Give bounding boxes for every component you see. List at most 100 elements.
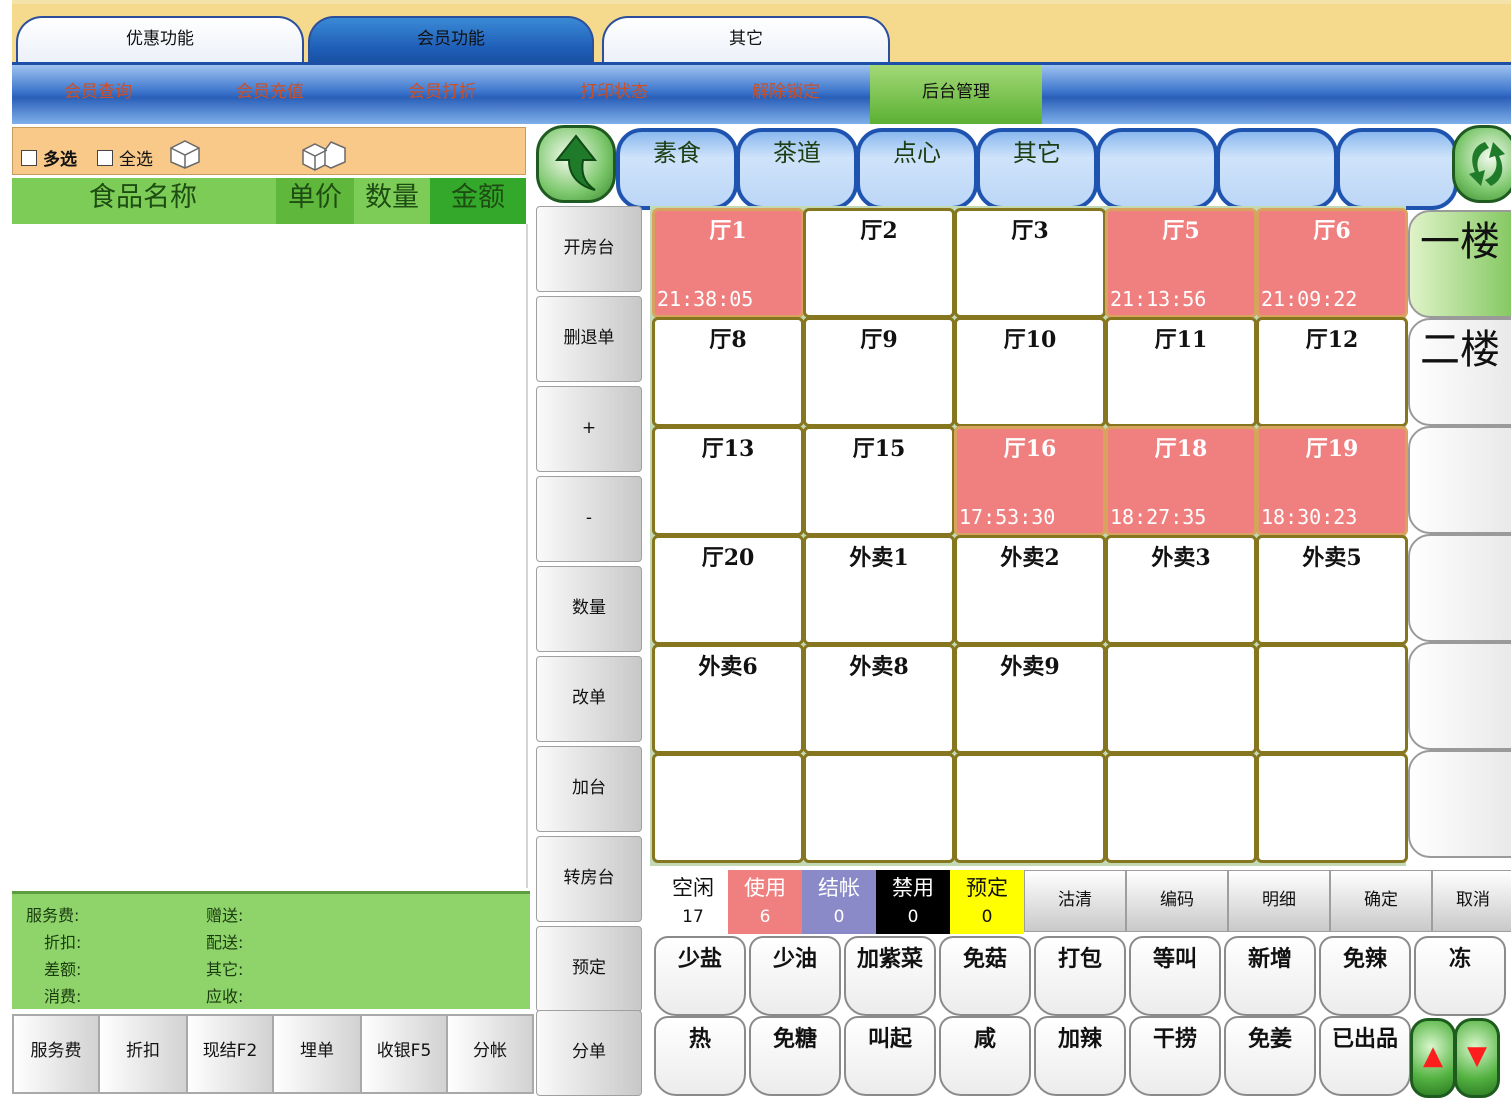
table-cell[interactable]: 外卖8: [803, 644, 955, 754]
table-cell[interactable]: 外卖2: [954, 535, 1106, 645]
split-order-button[interactable]: 分单: [536, 1010, 642, 1096]
remark-button[interactable]: 打包: [1034, 936, 1126, 1016]
remark-button[interactable]: 冻: [1414, 936, 1506, 1016]
nav-print-status[interactable]: 打印状态: [528, 65, 700, 124]
remark-button[interactable]: 加辣: [1034, 1016, 1126, 1096]
scroll-down-button[interactable]: ▼: [1454, 1018, 1500, 1098]
add-table-button[interactable]: 加台: [536, 746, 642, 832]
cash-settle-button[interactable]: 现结F2: [186, 1014, 274, 1094]
table-cell[interactable]: 外卖1: [803, 535, 955, 645]
order-item-list[interactable]: [12, 224, 528, 888]
table-cell[interactable]: 厅18 18:27:35: [1105, 426, 1257, 536]
table-cell[interactable]: 外卖9: [954, 644, 1106, 754]
table-cell[interactable]: 厅11: [1105, 317, 1257, 427]
category-dim-sum[interactable]: 点心: [856, 128, 978, 210]
table-cell[interactable]: 厅20: [652, 535, 804, 645]
open-table-button[interactable]: 开房台: [536, 206, 642, 292]
table-cell[interactable]: [954, 753, 1106, 863]
modify-order-button[interactable]: 改单: [536, 656, 642, 742]
remark-button[interactable]: 已出品: [1319, 1016, 1411, 1096]
table-cell[interactable]: 厅1 21:38:05: [652, 208, 804, 318]
table-cell[interactable]: [803, 753, 955, 863]
table-cell[interactable]: [1256, 753, 1408, 863]
remark-button[interactable]: 加紫菜: [844, 936, 936, 1016]
reserve-button[interactable]: 预定: [536, 926, 642, 1012]
table-cell[interactable]: 厅12: [1256, 317, 1408, 427]
table-cell[interactable]: 厅15: [803, 426, 955, 536]
nav-member-recharge[interactable]: 会员充值: [184, 65, 356, 124]
nav-member-discount[interactable]: 会员打折: [356, 65, 528, 124]
tab-member[interactable]: 会员功能: [308, 16, 594, 68]
increase-button[interactable]: +: [536, 386, 642, 472]
remark-button[interactable]: 免糖: [749, 1016, 841, 1096]
detail-button[interactable]: 明细: [1228, 870, 1330, 932]
table-cell[interactable]: 厅10: [954, 317, 1106, 427]
floor-1-tab[interactable]: 一楼: [1408, 210, 1511, 318]
delete-return-button[interactable]: 删退单: [536, 296, 642, 382]
quantity-button[interactable]: 数量: [536, 566, 642, 652]
table-cell[interactable]: 厅3: [954, 208, 1106, 318]
floor-tab-empty-4[interactable]: [1408, 750, 1511, 858]
table-cell[interactable]: 厅2: [803, 208, 955, 318]
table-cell[interactable]: 厅6 21:09:22: [1256, 208, 1408, 318]
table-cell[interactable]: 厅8: [652, 317, 804, 427]
back-button[interactable]: [536, 125, 616, 203]
nav-unlock[interactable]: 解除锁定: [700, 65, 872, 124]
table-cell[interactable]: 外卖3: [1105, 535, 1257, 645]
table-cell[interactable]: [1105, 753, 1257, 863]
table-cell[interactable]: 厅16 17:53:30: [954, 426, 1106, 536]
table-cell[interactable]: 厅19 18:30:23: [1256, 426, 1408, 536]
table-cell[interactable]: 厅13: [652, 426, 804, 536]
table-cell[interactable]: [652, 753, 804, 863]
table-cell[interactable]: [1105, 644, 1257, 754]
scroll-up-button[interactable]: ▲: [1410, 1018, 1456, 1098]
floor-2-tab[interactable]: 二楼: [1408, 318, 1511, 426]
remark-button[interactable]: 热: [654, 1016, 746, 1096]
select-all-checkbox[interactable]: [97, 150, 113, 166]
table-cell[interactable]: 外卖5: [1256, 535, 1408, 645]
remark-button[interactable]: 免姜: [1224, 1016, 1316, 1096]
tab-other[interactable]: 其它: [602, 16, 890, 68]
decrease-button[interactable]: -: [536, 476, 642, 562]
remark-button[interactable]: 干捞: [1129, 1016, 1221, 1096]
remark-button[interactable]: 等叫: [1129, 936, 1221, 1016]
table-cell[interactable]: 厅5 21:13:56: [1105, 208, 1257, 318]
remark-button[interactable]: 新增: [1224, 936, 1316, 1016]
sold-out-button[interactable]: 沽清: [1024, 870, 1126, 932]
remark-button[interactable]: 叫起: [844, 1016, 936, 1096]
pay-bill-button[interactable]: 埋单: [272, 1014, 362, 1094]
nav-backend-admin[interactable]: 后台管理: [870, 65, 1042, 124]
table-cell[interactable]: 外卖6: [652, 644, 804, 754]
floor-tab-empty-1[interactable]: [1408, 426, 1511, 534]
confirm-button[interactable]: 确定: [1330, 870, 1432, 932]
nav-member-query[interactable]: 会员查询: [12, 65, 184, 124]
group-cube-icon[interactable]: [301, 138, 349, 172]
remark-button[interactable]: 少盐: [654, 936, 746, 1016]
code-button[interactable]: 编码: [1126, 870, 1228, 932]
table-cell[interactable]: [1256, 644, 1408, 754]
discount-button[interactable]: 折扣: [98, 1014, 188, 1094]
multi-select-checkbox[interactable]: [21, 150, 37, 166]
remark-button[interactable]: 少油: [749, 936, 841, 1016]
refresh-button[interactable]: [1452, 125, 1511, 203]
floor-tab-empty-2[interactable]: [1408, 534, 1511, 642]
checkout-button[interactable]: 收银F5: [360, 1014, 448, 1094]
category-empty-2[interactable]: [1216, 128, 1338, 210]
category-empty-3[interactable]: [1336, 128, 1458, 210]
category-tea[interactable]: 茶道: [736, 128, 858, 210]
category-vegetarian[interactable]: 素食: [616, 128, 738, 210]
remark-button[interactable]: 免辣: [1319, 936, 1411, 1016]
remark-button[interactable]: 免菇: [939, 936, 1031, 1016]
floor-tab-empty-3[interactable]: [1408, 642, 1511, 750]
cube-icon[interactable]: [168, 138, 202, 170]
category-empty-1[interactable]: [1096, 128, 1218, 210]
category-other[interactable]: 其它: [976, 128, 1098, 210]
remark-button[interactable]: 咸: [939, 1016, 1031, 1096]
service-fee-button[interactable]: 服务费: [12, 1014, 100, 1094]
up-arrow-icon: ▲: [1423, 1041, 1443, 1071]
transfer-table-button[interactable]: 转房台: [536, 836, 642, 922]
tab-discount[interactable]: 优惠功能: [16, 16, 304, 68]
cancel-button[interactable]: 取消: [1432, 870, 1511, 932]
table-cell[interactable]: 厅9: [803, 317, 955, 427]
split-bill-button[interactable]: 分帐: [446, 1014, 534, 1094]
